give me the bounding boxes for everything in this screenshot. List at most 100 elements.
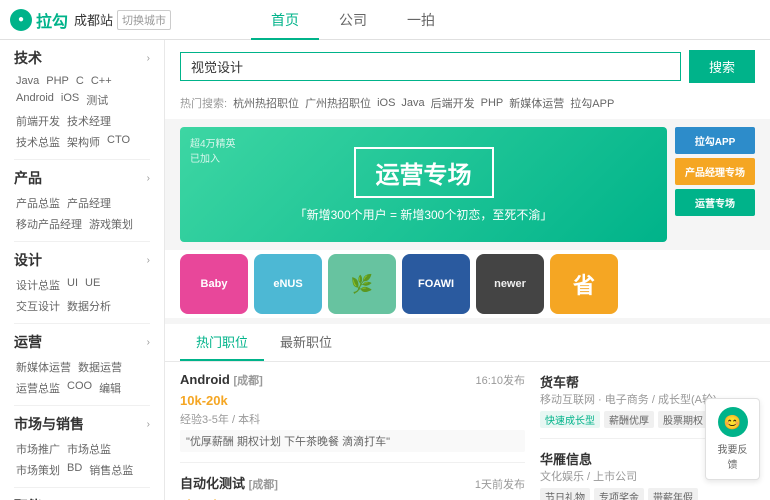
sidebar-tag[interactable]: 编辑 [97, 379, 123, 397]
jobs-left-panel: Android [成都] 16:10发布 10k-20k 经验3-5年 / 本科… [165, 362, 540, 500]
hot-tag[interactable]: PHP [481, 97, 504, 109]
sidebar-tag[interactable]: iOS [59, 91, 81, 109]
sidebar-tag[interactable]: 测试 [84, 91, 110, 109]
company-tags: 节日礼物 专项奖金 带薪年假 [540, 488, 755, 500]
hot-tag[interactable]: 后端开发 [431, 95, 475, 111]
hot-tag[interactable]: Java [401, 97, 424, 109]
job-title[interactable]: 自动化测试 [成都] [180, 473, 278, 492]
sidebar-tag[interactable]: Java [14, 74, 41, 88]
app-logo-wind[interactable]: 🌿 [328, 254, 396, 314]
sidebar-category-title: 市场与销售 [14, 414, 84, 434]
sidebar-tag[interactable]: CTO [105, 133, 132, 151]
sidebar-tag[interactable]: 移动产品经理 [14, 215, 84, 233]
company-tag: 节日礼物 [540, 488, 590, 500]
hot-tag[interactable]: 新媒体运营 [509, 95, 564, 111]
sidebar-tag[interactable]: UE [83, 276, 102, 294]
switch-city-button[interactable]: 切换城市 [117, 10, 171, 30]
app-logo-newer[interactable]: newer [476, 254, 544, 314]
app-logo-label: Baby [201, 278, 228, 290]
sidebar-tag[interactable]: BD [65, 461, 84, 479]
sidebar-tag[interactable]: 销售总监 [87, 461, 135, 479]
app-logo-enus[interactable]: eNUS [254, 254, 322, 314]
sidebar-category-design[interactable]: 设计 › [0, 242, 164, 274]
feedback-label: 我要反馈 [718, 445, 748, 471]
job-desc: "优厚薪酬 期权计划 下午茶晚餐 滴滴打车" [180, 430, 525, 452]
sidebar-tag[interactable]: Android [14, 91, 56, 109]
sidebar-tag[interactable]: 数据运营 [76, 358, 124, 376]
sidebar: 技术 › Java PHP C C++ Android iOS 测试 前端开发 … [0, 40, 165, 500]
sidebar-tag[interactable]: COO [65, 379, 94, 397]
jobs-area: Android [成都] 16:10发布 10k-20k 经验3-5年 / 本科… [165, 362, 770, 500]
banner-ops-button[interactable]: 运营专场 [675, 189, 755, 216]
banner-product-button[interactable]: 产品经理专场 [675, 158, 755, 185]
sidebar-tag[interactable]: C++ [89, 74, 114, 88]
sidebar-category-product[interactable]: 产品 › [0, 160, 164, 192]
sidebar-tag[interactable]: 产品总监 [14, 194, 62, 212]
company-tag: 带薪年假 [648, 488, 698, 500]
sidebar-tag[interactable]: 产品经理 [65, 194, 113, 212]
logo[interactable]: ● 拉勾 [10, 8, 68, 32]
app-logo-label: 省 [573, 268, 595, 300]
sidebar-tags-design: 设计总监 UI UE 交互设计 数据分析 [0, 274, 164, 323]
sidebar-tag[interactable]: 运营总监 [14, 379, 62, 397]
sidebar-section-ops: 运营 › 新媒体运营 数据运营 运营总监 COO 编辑 [0, 324, 164, 406]
sidebar-tag[interactable]: 市场推广 [14, 440, 62, 458]
sidebar-category-title: 产品 [14, 168, 42, 188]
job-item: 自动化测试 [成都] 1天前发布 6k-10k 经验不限 / 本科 "公积金12… [180, 463, 525, 500]
hot-tag[interactable]: 广州热招职位 [305, 95, 371, 111]
sidebar-tag[interactable]: 设计总监 [14, 276, 62, 294]
sidebar-section-tech: 技术 › Java PHP C C++ Android iOS 测试 前端开发 … [0, 40, 164, 160]
app-logo-save[interactable]: 省 [550, 254, 618, 314]
chevron-right-icon: › [147, 173, 150, 184]
app-logo-foawi[interactable]: FOAWI [402, 254, 470, 314]
sidebar-tag[interactable]: 技术经理 [65, 112, 113, 130]
tab-new-jobs[interactable]: 最新职位 [264, 324, 348, 361]
chevron-right-icon: › [147, 337, 150, 348]
hot-tag[interactable]: iOS [377, 97, 395, 109]
sidebar-tag[interactable]: 技术总监 [14, 133, 62, 151]
company-tag: 薪酬优厚 [604, 411, 654, 428]
search-input[interactable] [180, 52, 681, 81]
company-tag: 股票期权 [658, 411, 708, 428]
job-salary: 10k-20k [180, 393, 525, 408]
app-logo-baby[interactable]: Baby [180, 254, 248, 314]
job-title[interactable]: Android [成都] [180, 372, 263, 388]
nav-item-company[interactable]: 公司 [319, 0, 387, 40]
header: ● 拉勾 成都站 切换城市 首页 公司 一拍 [0, 0, 770, 40]
sidebar-tag[interactable]: UI [65, 276, 80, 294]
hot-search-label: 热门搜索: [180, 95, 227, 111]
sidebar-category-tech[interactable]: 技术 › [0, 40, 164, 72]
sidebar-tag[interactable]: 数据分析 [65, 297, 113, 315]
sidebar-tag[interactable]: 新媒体运营 [14, 358, 73, 376]
sidebar-tag[interactable]: 市场总监 [65, 440, 113, 458]
sidebar-section-admin: 职能 › HR 行政 会计 出纳 [0, 488, 164, 500]
sidebar-category-admin[interactable]: 职能 › [0, 488, 164, 500]
job-city: [成都] [233, 375, 262, 387]
banner-app-button[interactable]: 拉勾APP [675, 127, 755, 154]
nav-item-home[interactable]: 首页 [251, 0, 319, 40]
sidebar-category-sales[interactable]: 市场与销售 › [0, 406, 164, 438]
sidebar-tag[interactable]: PHP [44, 74, 71, 88]
sidebar-category-ops[interactable]: 运营 › [0, 324, 164, 356]
app-logos-row: Baby eNUS 🌿 FOAWI newer 省 [165, 250, 770, 318]
sidebar-tag[interactable]: 市场策划 [14, 461, 62, 479]
feedback-button[interactable]: 😊 我要反馈 [705, 398, 760, 480]
nav-item-yipai[interactable]: 一拍 [387, 0, 455, 40]
sidebar-tag[interactable]: 前端开发 [14, 112, 62, 130]
sidebar-category-title: 职能 [14, 496, 42, 500]
sidebar-section-product: 产品 › 产品总监 产品经理 移动产品经理 游戏策划 [0, 160, 164, 242]
company-name[interactable]: 货车帮 [540, 372, 755, 391]
sidebar-tag[interactable]: 游戏策划 [87, 215, 135, 233]
tab-hot-jobs[interactable]: 热门职位 [180, 324, 264, 361]
hot-tag[interactable]: 杭州热招职位 [233, 95, 299, 111]
content-area: 搜索 热门搜索: 杭州热招职位 广州热招职位 iOS Java 后端开发 PHP… [165, 40, 770, 500]
city-info: 成都站 切换城市 [74, 10, 171, 30]
banner-side: 拉勾APP 产品经理专场 运营专场 [675, 127, 755, 242]
search-button[interactable]: 搜索 [689, 50, 755, 83]
sidebar-tag[interactable]: 架构师 [65, 133, 102, 151]
banner-main[interactable]: 超4万精英已加入 运营专场 「新增300个用户 = 新增300个初恋，至死不渝」 [180, 127, 667, 242]
hot-tag[interactable]: 拉勾APP [570, 95, 614, 111]
chevron-right-icon: › [147, 419, 150, 430]
sidebar-tag[interactable]: 交互设计 [14, 297, 62, 315]
sidebar-tag[interactable]: C [74, 74, 86, 88]
